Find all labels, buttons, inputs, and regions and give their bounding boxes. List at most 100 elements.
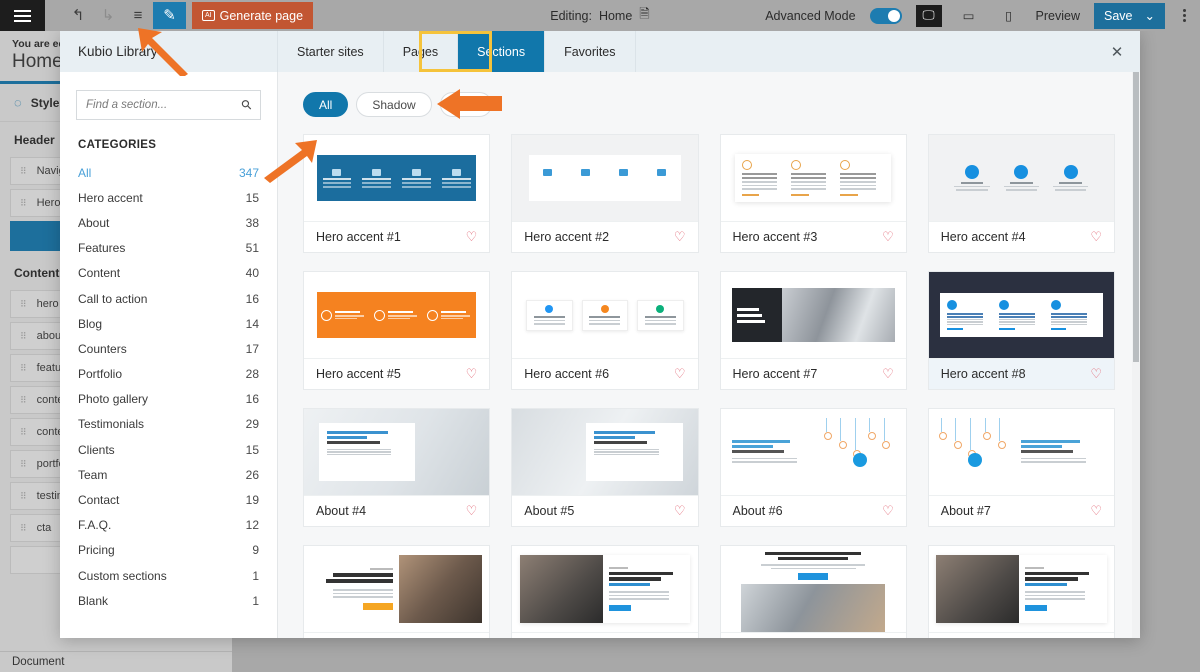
- layers-icon[interactable]: ≡: [123, 3, 153, 29]
- drag-handle-icon[interactable]: ⠿: [20, 332, 28, 341]
- tab-starter-sites[interactable]: Starter sites: [278, 31, 384, 72]
- drag-handle-icon[interactable]: ⠿: [20, 428, 28, 437]
- category-item-features[interactable]: Features 51: [60, 236, 277, 261]
- section-card[interactable]: About #6 ♡: [719, 408, 907, 527]
- section-thumbnail: [304, 135, 490, 222]
- edit-mode-icon[interactable]: ✎: [153, 2, 186, 29]
- category-label: Hero accent: [78, 190, 143, 205]
- category-item-contact[interactable]: Contact 19: [60, 487, 277, 512]
- filter-flat[interactable]: Flat: [439, 92, 492, 117]
- section-card[interactable]: Hero accent #7 ♡: [719, 271, 907, 390]
- favorite-heart-icon[interactable]: ♡: [1090, 503, 1102, 519]
- category-label: Content: [78, 266, 121, 281]
- chevron-down-icon[interactable]: ⌄: [1145, 8, 1155, 23]
- favorite-heart-icon[interactable]: ♡: [882, 366, 894, 382]
- category-label: F.A.Q.: [78, 518, 112, 533]
- favorite-heart-icon[interactable]: ♡: [882, 503, 894, 519]
- save-button[interactable]: Save ⌄: [1094, 2, 1165, 29]
- desktop-view-icon[interactable]: 🖵: [915, 4, 942, 27]
- scrollbar-track[interactable]: [1132, 72, 1140, 638]
- category-label: Contact: [78, 493, 120, 508]
- section-name: Hero accent #5: [316, 367, 401, 381]
- section-card-footer: Hero accent #5 ♡: [304, 359, 489, 389]
- section-name: Hero accent #7: [732, 367, 818, 381]
- favorite-heart-icon[interactable]: ♡: [674, 229, 686, 245]
- favorite-heart-icon[interactable]: ♡: [1090, 229, 1102, 245]
- favorite-heart-icon[interactable]: ♡: [882, 229, 894, 245]
- page-switch-icon[interactable]: 🗎: [639, 5, 649, 27]
- section-thumbnail: [512, 546, 698, 633]
- favorite-heart-icon[interactable]: ♡: [674, 503, 686, 519]
- close-icon[interactable]: ✕: [1094, 31, 1140, 72]
- advanced-mode-toggle[interactable]: [869, 7, 902, 24]
- category-item-testimonials[interactable]: Testimonials 29: [60, 412, 277, 437]
- redo-icon[interactable]: ↳: [93, 3, 123, 29]
- favorite-heart-icon[interactable]: ♡: [674, 366, 686, 382]
- drag-handle-icon[interactable]: ⠿: [20, 167, 28, 176]
- favorite-heart-icon[interactable]: ♡: [1090, 366, 1102, 382]
- section-card[interactable]: About #11♡: [719, 545, 907, 638]
- favorite-heart-icon[interactable]: ♡: [466, 229, 478, 245]
- tab-sections[interactable]: Sections: [458, 31, 546, 72]
- search-box[interactable]: ⚲: [76, 90, 261, 120]
- section-card[interactable]: About #4 ♡: [303, 408, 491, 527]
- category-item-f-a-q[interactable]: F.A.Q. 12: [60, 513, 277, 538]
- filter-all[interactable]: All: [303, 92, 349, 117]
- category-item-blank[interactable]: Blank 1: [60, 588, 277, 613]
- section-name: Hero accent #4: [940, 230, 1026, 244]
- category-item-about[interactable]: About 38: [60, 210, 277, 235]
- section-card[interactable]: Hero accent #8 ♡: [927, 271, 1115, 390]
- section-card[interactable]: Hero accent #5 ♡: [303, 271, 491, 390]
- section-card[interactable]: Hero accent #1 ♡: [303, 134, 491, 253]
- category-item-portfolio[interactable]: Portfolio 28: [60, 362, 277, 387]
- modal-body: ⚲ CATEGORIES All 347 Hero accent 15 About 38 F…: [60, 72, 1140, 638]
- category-item-custom-sections[interactable]: Custom sections 1: [60, 563, 277, 588]
- scrollbar-thumb[interactable]: [1133, 72, 1139, 362]
- more-options-icon[interactable]: [1179, 9, 1190, 22]
- drag-handle-icon[interactable]: ⠿: [20, 396, 28, 405]
- section-name: About #4: [316, 504, 367, 518]
- section-card[interactable]: Hero accent #2 ♡: [511, 134, 699, 253]
- category-item-all[interactable]: All 347: [60, 160, 277, 185]
- mobile-view-icon[interactable]: ▯: [996, 5, 1022, 27]
- category-item-call-to-action[interactable]: Call to action 16: [60, 286, 277, 311]
- section-card[interactable]: About #9♡: [303, 545, 491, 638]
- drag-handle-icon[interactable]: ⠿: [20, 492, 28, 501]
- category-item-hero-accent[interactable]: Hero accent 15: [60, 185, 277, 210]
- category-item-pricing[interactable]: Pricing 9: [60, 538, 277, 563]
- section-card[interactable]: About #7 ♡: [927, 408, 1115, 527]
- category-item-counters[interactable]: Counters 17: [60, 336, 277, 361]
- section-card[interactable]: About #30♡: [927, 545, 1115, 638]
- section-card[interactable]: About #10♡: [511, 545, 699, 638]
- section-card[interactable]: About #5 ♡: [511, 408, 699, 527]
- section-card-footer: Hero accent #4 ♡: [929, 222, 1114, 252]
- drag-handle-icon[interactable]: ⠿: [20, 460, 28, 469]
- drag-handle-icon[interactable]: ⠿: [20, 524, 28, 533]
- category-item-content[interactable]: Content 40: [60, 261, 277, 286]
- section-card-footer: Hero accent #6 ♡: [512, 359, 697, 389]
- section-card[interactable]: Hero accent #6 ♡: [511, 271, 699, 390]
- palette-icon: ◌: [14, 95, 22, 110]
- drag-handle-icon[interactable]: ⠿: [20, 300, 28, 309]
- drag-handle-icon[interactable]: ⠿: [20, 364, 28, 373]
- undo-icon[interactable]: ↰: [63, 3, 93, 29]
- category-item-photo-gallery[interactable]: Photo gallery 16: [60, 387, 277, 412]
- favorite-heart-icon[interactable]: ♡: [466, 366, 478, 382]
- section-name: Hero accent #6: [524, 367, 610, 381]
- tab-pages[interactable]: Pages: [384, 31, 459, 72]
- section-card[interactable]: Hero accent #4 ♡: [927, 134, 1115, 253]
- search-input[interactable]: [86, 99, 242, 111]
- category-item-clients[interactable]: Clients 15: [60, 437, 277, 462]
- section-card[interactable]: Hero accent #3 ♡: [719, 134, 907, 253]
- tab-favorites[interactable]: Favorites: [545, 31, 636, 72]
- filter-shadow[interactable]: Shadow: [356, 92, 432, 117]
- tablet-view-icon[interactable]: ▭: [956, 5, 982, 27]
- generate-page-button[interactable]: AI Generate page: [192, 2, 314, 29]
- category-item-blog[interactable]: Blog 14: [60, 311, 277, 336]
- category-item-team[interactable]: Team 26: [60, 462, 277, 487]
- favorite-heart-icon[interactable]: ♡: [466, 503, 478, 519]
- drag-handle-icon[interactable]: ⠿: [20, 199, 28, 208]
- menu-button[interactable]: [0, 0, 45, 31]
- preview-button[interactable]: Preview: [1036, 9, 1080, 23]
- search-icon[interactable]: ⚲: [238, 96, 256, 114]
